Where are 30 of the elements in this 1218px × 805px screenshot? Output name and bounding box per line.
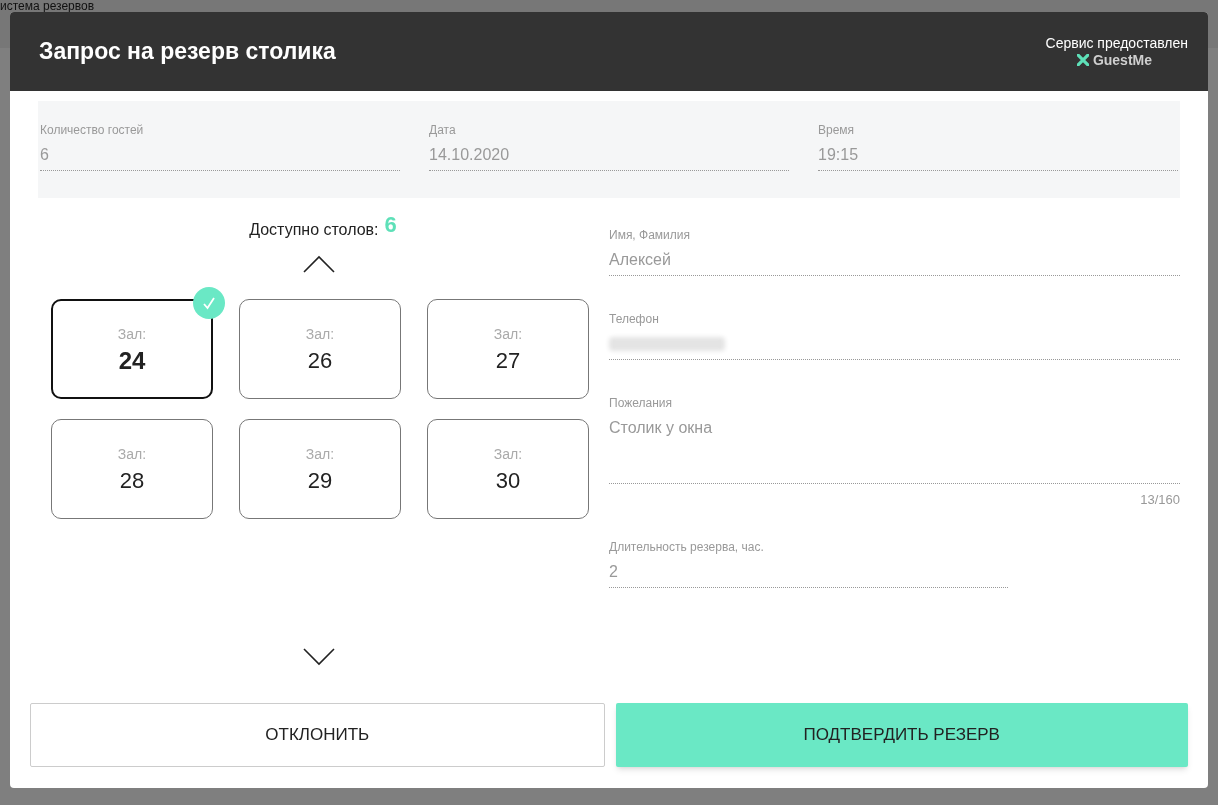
field-label: Время: [818, 123, 856, 137]
page-title: истема резервов: [0, 0, 95, 12]
table-card[interactable]: Зал: 30: [427, 419, 589, 519]
chevron-down-icon: [303, 648, 335, 666]
modal-title: Запрос на резерв столика: [39, 37, 336, 67]
available-tables-count: 6: [384, 214, 397, 236]
field-label: Количество гостей: [40, 123, 145, 137]
field-label: Дата: [429, 123, 457, 137]
field-label: Телефон: [609, 312, 660, 326]
provider-label: Сервис предоставлен: [1045, 34, 1188, 52]
available-tables-label: Доступно столов:: [249, 220, 379, 240]
table-card[interactable]: Зал: 27: [427, 299, 589, 399]
field-value: 14.10.2020: [429, 145, 789, 171]
provider-name: GuestMe: [1092, 51, 1152, 69]
decline-button[interactable]: ОТКЛОНИТЬ: [30, 703, 605, 767]
field-label: Длительность резерва, час.: [609, 539, 765, 554]
table-card[interactable]: Зал: 29: [239, 419, 401, 519]
field-value: 19:15: [818, 145, 1178, 171]
field-label: Имя, Фамилия: [609, 228, 691, 242]
confirm-button[interactable]: ПОДТВЕРДИТЬ РЕЗЕРВ: [615, 703, 1188, 767]
input-field[interactable]: [609, 334, 1180, 360]
checkmark-icon: [202, 296, 216, 310]
field-value: 6: [40, 145, 400, 171]
table-card[interactable]: Зал: 24: [51, 299, 213, 399]
field-label: Пожелания: [609, 396, 673, 410]
character-counter: 13/160: [1140, 491, 1180, 509]
x-logo-icon: [1076, 54, 1089, 66]
table-card[interactable]: Зал: 26: [239, 299, 401, 399]
table-card[interactable]: Зал: 28: [51, 419, 213, 519]
chevron-up-icon: [303, 255, 335, 273]
